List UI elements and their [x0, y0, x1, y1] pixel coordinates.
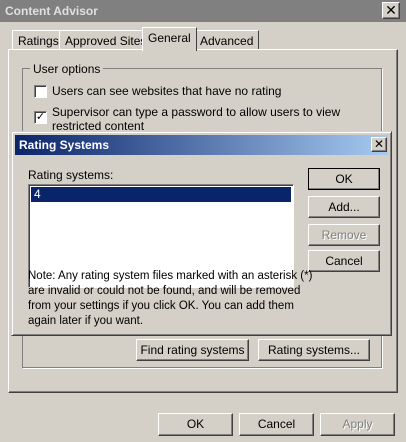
supervisor-password-checkbox[interactable]: ✓ [34, 111, 47, 124]
checkmark-icon: ✓ [35, 111, 46, 123]
tab-advanced[interactable]: Advanced [194, 30, 260, 50]
dialog-title-bar[interactable]: Rating Systems ✕ [15, 135, 388, 155]
ok-button[interactable]: OK [158, 413, 233, 436]
dialog-title: Rating Systems [19, 138, 110, 152]
window-title: Content Advisor [5, 4, 98, 18]
tab-ratings[interactable]: Ratings [12, 30, 65, 50]
rating-systems-note: Note: Any rating system files marked wit… [28, 270, 313, 327]
no-rating-checkbox[interactable] [34, 85, 47, 98]
apply-button[interactable]: Apply [320, 413, 395, 436]
dialog-cancel-button[interactable]: Cancel [308, 250, 380, 272]
user-options-label: User options [30, 62, 104, 76]
tab-approved-sites[interactable]: Approved Sites [59, 30, 153, 50]
rating-systems-button[interactable]: Rating systems... [258, 339, 370, 361]
no-rating-checkbox-label: Users can see websites that have no rati… [52, 84, 282, 98]
close-icon: ✕ [385, 2, 397, 18]
dialog-ok-button[interactable]: OK [308, 168, 380, 190]
remove-button[interactable]: Remove [308, 224, 380, 246]
dialog-close-button[interactable]: ✕ [371, 137, 387, 152]
list-item[interactable]: 4 [31, 187, 291, 202]
cancel-button[interactable]: Cancel [239, 413, 314, 436]
find-rating-systems-button[interactable]: Find rating systems [136, 339, 249, 361]
rating-systems-dialog: Rating Systems ✕ Rating systems: 4 OK Ad… [11, 131, 392, 336]
rating-systems-list-label: Rating systems: [28, 168, 114, 182]
add-button[interactable]: Add... [308, 196, 380, 218]
window-title-bar[interactable]: Content Advisor ✕ [0, 0, 406, 22]
close-icon: ✕ [373, 137, 385, 151]
window-close-button[interactable]: ✕ [382, 2, 400, 19]
tab-general[interactable]: General [142, 27, 197, 51]
supervisor-password-checkbox-label: Supervisor can type a password to allow … [52, 105, 341, 133]
